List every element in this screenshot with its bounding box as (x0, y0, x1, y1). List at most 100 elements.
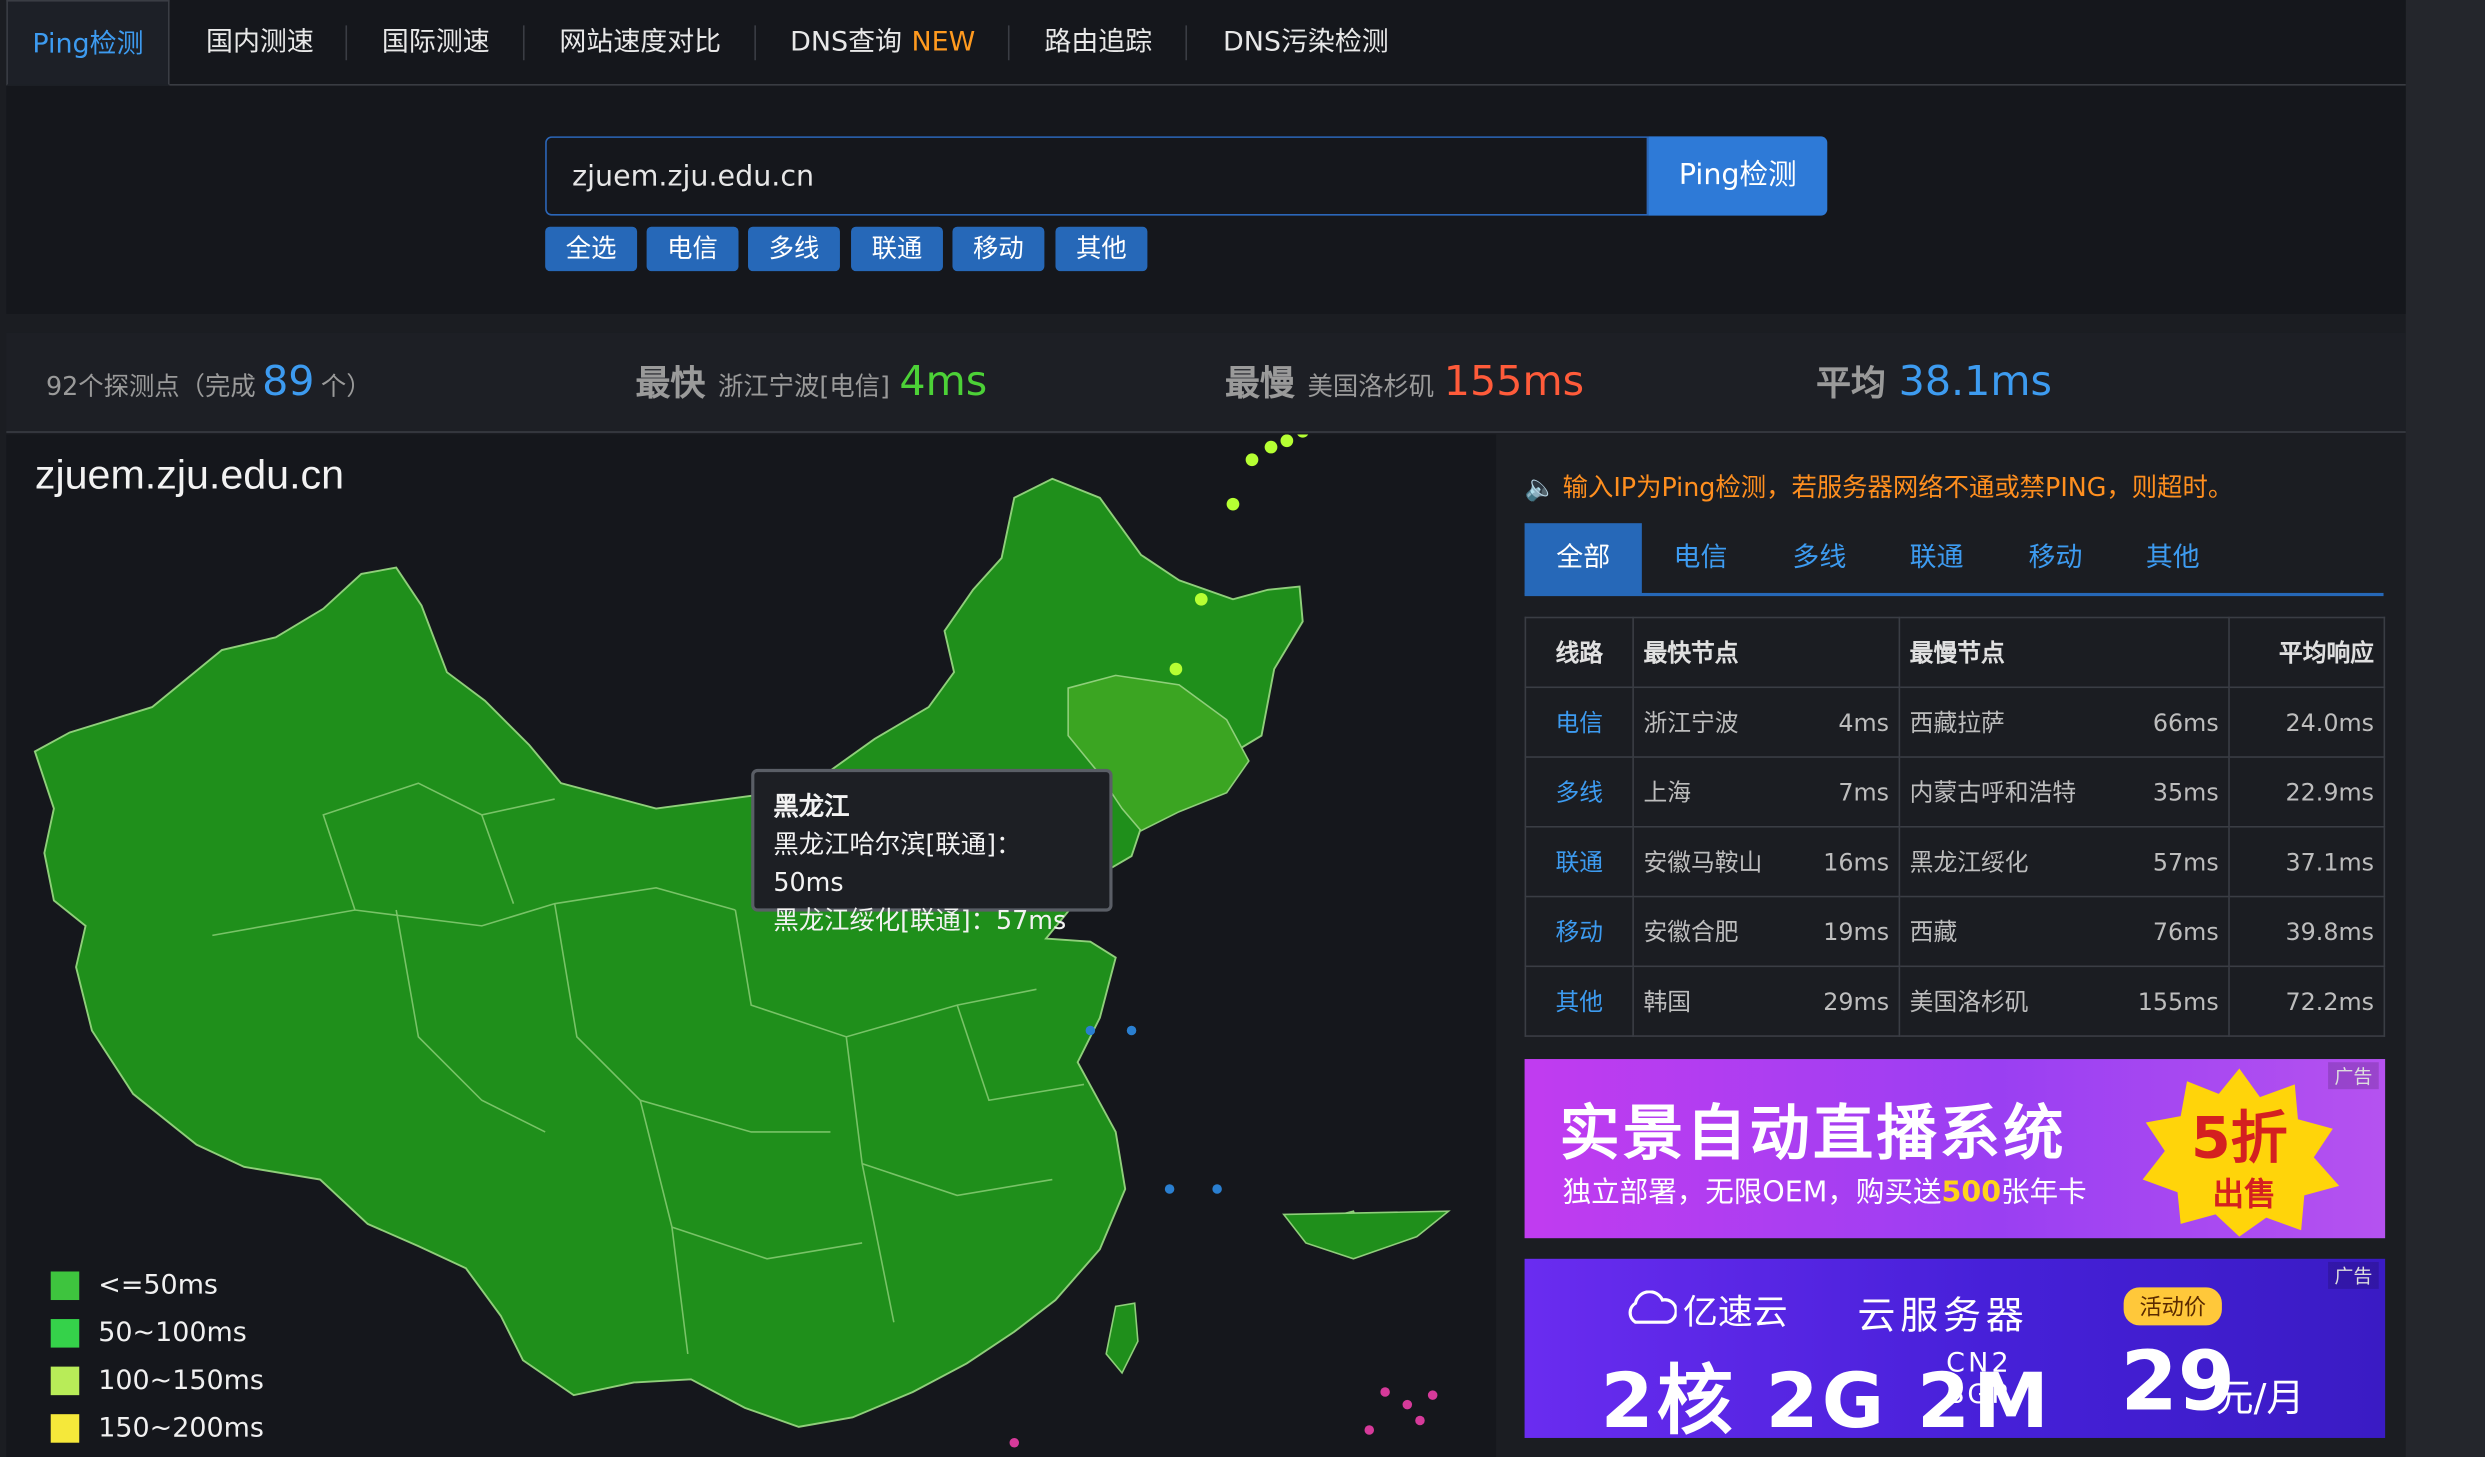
tooltip-title: 黑龙江 (773, 791, 850, 822)
legend-swatch (50, 1319, 80, 1348)
average-value: 38.1ms (1898, 358, 2052, 406)
fastest-node: 浙江宁波[电信] (717, 370, 890, 402)
table-row: 移动 安徽合肥 19ms 西藏 76ms 39.8ms (1524, 895, 2386, 968)
slowest-node: 美国洛杉矶 (1307, 370, 1435, 402)
result-tab-all[interactable]: 全部 (1524, 523, 1642, 595)
summary-stats: 92个探测点（完成 89 个） 最快 浙江宁波[电信] 4ms 最慢 美国洛杉矶 155ms… (6, 332, 2406, 433)
node-ms: 57ms (2152, 848, 2219, 877)
node-ms: 16ms (1823, 848, 1890, 877)
average-cell: 72.2ms (2228, 965, 2386, 1037)
table-row: 联通 安徽马鞍山 16ms 黑龙江绥化 57ms 37.1ms (1524, 825, 2386, 898)
ad-sub-suffix: 张年卡 (2001, 1176, 2087, 1210)
node-name: 安徽马鞍山 (1643, 848, 1763, 877)
ping-button[interactable]: Ping检测 (1648, 136, 1828, 216)
line-link[interactable]: 多线 (1524, 756, 1634, 828)
legend-swatch (50, 1271, 80, 1301)
filter-other[interactable]: 其他 (1055, 226, 1148, 272)
ad-banner-cloud[interactable]: 广告 亿速云 云服务器 活动价 2核 2G 2M CN2 BGP 29 元/月 (1524, 1258, 2386, 1438)
burst-big-text: 5折 (2191, 1105, 2288, 1171)
slowest-cell: 西藏 76ms (1898, 895, 2230, 968)
tab-ping[interactable]: Ping检测 (6, 0, 170, 86)
map-title: zjuem.zju.edu.cn (34, 450, 345, 498)
tooltip-line: 黑龙江绥化[联通]：57ms (773, 905, 1067, 936)
ad-product: 云服务器 (1857, 1293, 2029, 1339)
slowest-value: 155ms (1443, 358, 1585, 406)
tab-divider (522, 25, 525, 61)
legend-item[interactable]: 50~100ms (50, 1310, 264, 1358)
ad-bgp: BGP (1946, 1379, 2011, 1412)
node-ms: 29ms (1823, 987, 1890, 1017)
result-tab-multiline[interactable]: 多线 (1761, 523, 1878, 594)
map-region-taiwan (1105, 1302, 1139, 1375)
tab-traceroute[interactable]: 路由追踪 (1011, 0, 1185, 86)
legend-label: 150~200ms (98, 1412, 264, 1445)
tab-dns-pollution[interactable]: DNS污染检测 (1189, 0, 1424, 86)
tab-international-speed[interactable]: 国际测速 (349, 0, 523, 86)
legend-item[interactable]: 150~200ms (50, 1405, 264, 1453)
new-badge: NEW (911, 26, 976, 59)
filter-all[interactable]: 全选 (545, 226, 638, 272)
line-link[interactable]: 移动 (1524, 895, 1634, 968)
ad-banner-live[interactable]: 广告 实景自动直播系统 独立部署，无限OEM，购买送500张年卡 5折 出售 (1524, 1059, 2386, 1239)
fastest-value: 4ms (899, 358, 988, 406)
node-name: 韩国 (1643, 987, 1692, 1017)
tab-divider (1007, 25, 1010, 61)
average-cell: 24.0ms (2228, 686, 2386, 758)
result-tabs: 全部 电信 多线 联通 移动 其他 (1524, 523, 2384, 597)
fastest-cell: 安徽马鞍山 16ms (1632, 825, 1901, 898)
ad-sub-highlight: 500 (1941, 1176, 2002, 1210)
probe-count: 92个探测点（完成 89 个） (46, 333, 372, 433)
node-ms: 35ms (2152, 778, 2219, 807)
node-name: 浙江宁波 (1643, 708, 1739, 738)
notice-bar: 🔈 输入IP为Ping检测，若服务器网络不通或禁PING，则超时。 (1525, 466, 2234, 504)
node-ms: 155ms (2137, 987, 2219, 1017)
slowest-cell: 西藏拉萨 66ms (1898, 686, 2230, 758)
legend-item[interactable]: 100~150ms (50, 1357, 264, 1405)
result-tab-telecom[interactable]: 电信 (1642, 523, 1759, 594)
search-panel: Ping检测 国内测速 国际测速 网站速度对比 DNS查询 NEW 路由追踪 DN… (6, 0, 2406, 314)
slowest-cell: 美国洛杉矶 155ms (1898, 965, 2230, 1037)
tab-dns-query[interactable]: DNS查询 NEW (758, 0, 1008, 86)
legend-swatch (50, 1366, 80, 1396)
table-header: 线路 最快节点 最慢节点 平均响应 (1524, 616, 2386, 689)
col-line: 线路 (1524, 616, 1634, 689)
result-tab-unicom[interactable]: 联通 (1878, 523, 1995, 594)
result-tab-other[interactable]: 其他 (2114, 523, 2231, 594)
map-region-south-sea (1282, 1210, 1451, 1260)
map-legend: <=50ms 50~100ms 100~150ms 150~200ms (50, 1262, 264, 1453)
notice-text: 输入IP为Ping检测，若服务器网络不通或禁PING，则超时。 (1562, 472, 2234, 503)
speaker-icon: 🔈 (1524, 472, 1557, 503)
host-input[interactable] (545, 136, 1649, 216)
result-tab-mobile[interactable]: 移动 (1997, 523, 2114, 594)
node-name: 美国洛杉矶 (1909, 987, 2029, 1017)
slowest-stat: 最慢 美国洛杉矶 155ms (1225, 333, 1584, 433)
tab-site-compare[interactable]: 网站速度对比 (526, 0, 754, 86)
average-cell: 39.8ms (2228, 895, 2386, 968)
filter-mobile[interactable]: 移动 (952, 226, 1045, 272)
line-link[interactable]: 联通 (1524, 825, 1634, 898)
node-ms: 19ms (1823, 917, 1890, 947)
tab-divider (345, 25, 348, 61)
node-name: 上海 (1643, 778, 1692, 807)
south-sea-islands (1009, 1387, 1438, 1448)
burst-small-text: 出售 (2212, 1177, 2275, 1213)
average-cell: 22.9ms (2228, 756, 2386, 828)
ad-cn2: CN2 (1946, 1347, 2012, 1380)
line-link[interactable]: 电信 (1524, 686, 1634, 758)
fastest-stat: 最快 浙江宁波[电信] 4ms (636, 333, 988, 433)
result-table: 线路 最快节点 最慢节点 平均响应 电信 浙江宁波 4ms 西藏拉萨 66ms 24… (1524, 616, 2386, 1037)
latency-map: zjuem.zju.edu.cn 黑龙江 黑龙江哈尔滨[联通]：50ms 黑龙江… (6, 434, 1497, 1457)
filter-multiline[interactable]: 多线 (748, 226, 840, 272)
legend-item[interactable]: <=50ms (50, 1262, 264, 1310)
col-slowest: 最慢节点 (1898, 616, 2230, 689)
node-name: 黑龙江绥化 (1909, 848, 2029, 877)
legend-swatch (50, 1414, 80, 1443)
filter-telecom[interactable]: 电信 (646, 226, 739, 272)
filter-unicom[interactable]: 联通 (851, 226, 943, 272)
ad-unit: 元/月 (2215, 1376, 2305, 1421)
tab-domestic-speed[interactable]: 国内测速 (174, 0, 345, 86)
scroll-gutter (2405, 0, 2485, 1457)
fastest-label: 最快 (635, 364, 706, 405)
node-name: 内蒙古呼和浩特 (1909, 778, 2077, 807)
line-link[interactable]: 其他 (1524, 965, 1634, 1037)
